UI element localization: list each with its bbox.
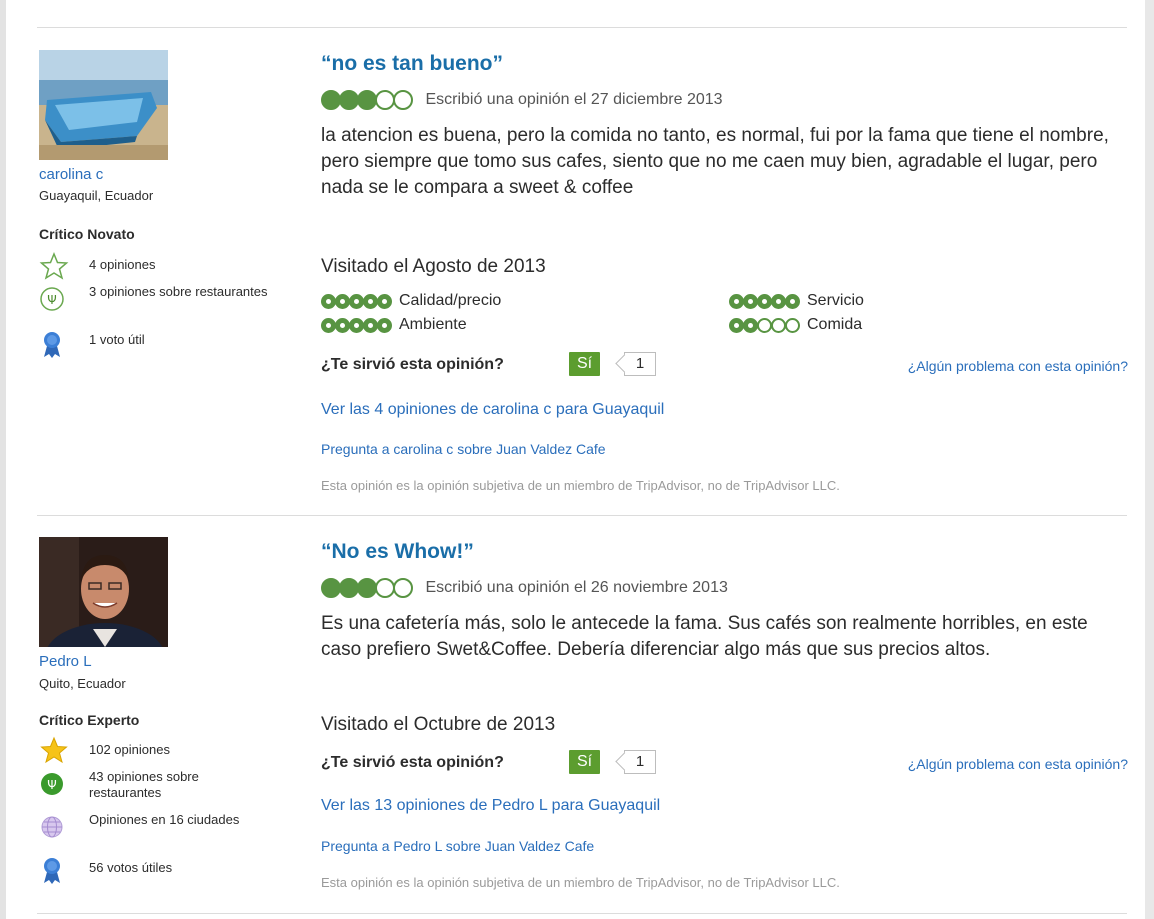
divider	[37, 515, 1127, 516]
reviewer-name-link[interactable]: Pedro L	[39, 653, 92, 670]
review-title-link[interactable]: “No es Whow!”	[321, 540, 474, 564]
helpful-yes-button[interactable]: Sí	[569, 352, 600, 376]
helpful-count: 1	[624, 352, 656, 376]
review-body: Es una cafetería más, solo le antecede l…	[321, 613, 1088, 660]
all-reviews-link[interactable]: Ver las 13 opiniones de Pedro L para Gua…	[321, 797, 660, 815]
globe-icon	[41, 816, 63, 838]
subrating-bubbles-icon	[729, 317, 800, 333]
subrating-bubbles-icon	[321, 317, 392, 333]
review-body: la atencion es buena, pero la comida no …	[321, 125, 1109, 198]
avatar[interactable]	[39, 50, 168, 160]
report-problem-link[interactable]: ¿Algún problema con esta opinión?	[908, 756, 1128, 772]
subrating-atmosphere: Ambiente	[321, 316, 467, 336]
disclaimer: Esta opinión es la opinión subjetiva de …	[321, 875, 840, 890]
subrating-bubbles-icon	[321, 293, 392, 309]
reviewer-level: Crítico Experto	[39, 712, 140, 728]
disclaimer: Esta opinión es la opinión subjetiva de …	[321, 478, 840, 493]
reviewer-location: Guayaquil, Ecuador	[39, 188, 154, 203]
star-outline-icon	[39, 252, 69, 280]
svg-text:Ψ: Ψ	[47, 293, 56, 307]
visit-date: Visitado el Octubre de 2013	[321, 714, 556, 735]
review-title-link[interactable]: “no es tan bueno”	[321, 52, 503, 76]
divider	[37, 27, 1127, 28]
svg-text:Ψ: Ψ	[47, 778, 56, 792]
ribbon-icon	[44, 858, 60, 884]
right-scroll-track	[1145, 0, 1154, 919]
star-filled-icon	[40, 736, 68, 764]
helpful-question: ¿Te sirvió esta opinión?	[321, 356, 504, 373]
rating-bubbles-icon	[321, 90, 413, 110]
ribbon-icon	[44, 332, 60, 358]
ask-reviewer-link[interactable]: Pregunta a carolina c sobre Juan Valdez …	[321, 441, 606, 457]
visit-date: Visitado el Agosto de 2013	[321, 256, 546, 277]
review-date: Escribió una opinión el 26 noviembre 201…	[425, 579, 728, 596]
left-border	[0, 0, 6, 919]
reviewer-location: Quito, Ecuador	[39, 676, 126, 691]
restaurant-fork-icon: Ψ	[41, 773, 63, 795]
all-reviews-link[interactable]: Ver las 4 opiniones de carolina c para G…	[321, 401, 664, 419]
rating-bubbles-icon	[321, 578, 413, 598]
reviewer-name-link[interactable]: carolina c	[39, 166, 103, 183]
subrating-food: Comida	[729, 316, 862, 336]
helpful-count: 1	[624, 750, 656, 774]
helpful-question: ¿Te sirvió esta opinión?	[321, 754, 504, 771]
review-rating-row: Escribió una opinión el 27 diciembre 201…	[321, 90, 723, 112]
report-problem-link[interactable]: ¿Algún problema con esta opinión?	[908, 358, 1128, 374]
ask-reviewer-link[interactable]: Pregunta a Pedro L sobre Juan Valdez Caf…	[321, 838, 594, 854]
subrating-bubbles-icon	[729, 293, 800, 309]
subrating-value: Calidad/precio	[321, 292, 501, 312]
review-date: Escribió una opinión el 27 diciembre 201…	[425, 91, 723, 108]
avatar-boat-photo	[39, 50, 168, 160]
helpful-yes-button[interactable]: Sí	[569, 750, 600, 774]
divider	[37, 913, 1127, 914]
review-rating-row: Escribió una opinión el 26 noviembre 201…	[321, 578, 728, 600]
avatar[interactable]	[39, 537, 168, 647]
reviewer-level: Crítico Novato	[39, 226, 135, 242]
avatar-man-photo	[39, 537, 168, 647]
restaurant-fork-icon: Ψ	[40, 287, 64, 311]
subrating-service: Servicio	[729, 292, 864, 312]
